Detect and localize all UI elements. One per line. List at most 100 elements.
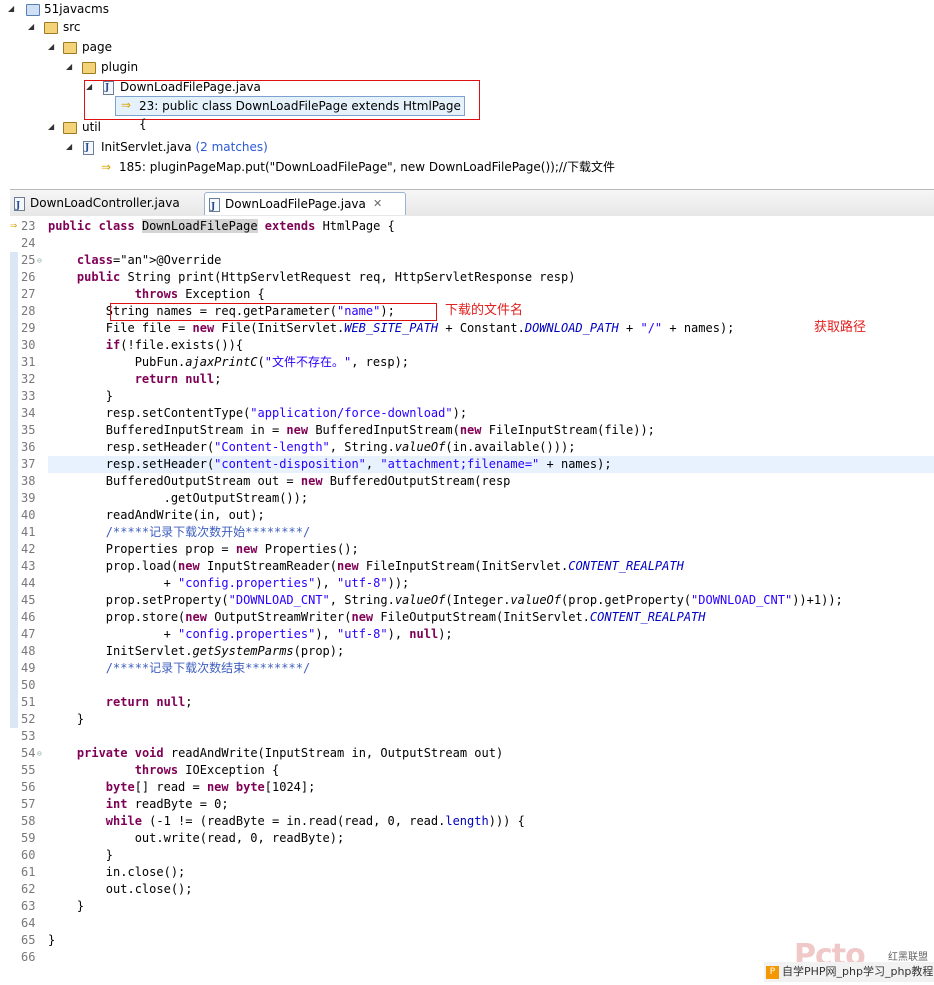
- code-line[interactable]: PubFun.ajaxPrintC("文件不存在。", resp);: [48, 354, 409, 371]
- code-line[interactable]: throws IOException {: [48, 762, 280, 779]
- change-marker: [10, 456, 18, 473]
- search-match-arrow-icon: ⇒: [10, 218, 18, 232]
- code-line[interactable]: BufferedInputStream in = new BufferedInp…: [48, 422, 655, 439]
- line-number: 62: [21, 882, 36, 896]
- change-marker: [10, 490, 18, 507]
- code-line[interactable]: while (-1 != (readByte = in.read(read, 0…: [48, 813, 525, 830]
- tree-row-page[interactable]: ◢ page: [0, 38, 200, 58]
- fold-icon[interactable]: ⊖: [37, 252, 42, 269]
- tree-label-file2: InitServlet.java: [101, 140, 192, 154]
- tab-label: DownLoadController.java: [30, 196, 180, 210]
- code-line[interactable]: }: [48, 711, 84, 728]
- tree-row-project[interactable]: ◢ 51javacms: [0, 0, 200, 20]
- watermark-brand: 红黑联盟: [888, 952, 928, 963]
- line-number: 39: [21, 491, 36, 505]
- code-line[interactable]: public class DownLoadFilePage extends Ht…: [48, 218, 395, 235]
- code-line[interactable]: prop.setProperty("DOWNLOAD_CNT", String.…: [48, 592, 843, 609]
- tab-downloadfilepage[interactable]: DownLoadFilePage.java ✕: [204, 192, 406, 218]
- code-line[interactable]: }: [48, 898, 84, 915]
- close-icon[interactable]: ✕: [373, 193, 382, 215]
- tree-label-page: page: [82, 40, 112, 54]
- code-line[interactable]: InitServlet.getSystemParms(prop);: [48, 643, 344, 660]
- change-marker: [10, 354, 18, 371]
- change-marker: [10, 303, 18, 320]
- code-line[interactable]: return null;: [48, 371, 222, 388]
- expand-triangle-icon[interactable]: ◢: [28, 18, 34, 36]
- site-logo-icon: P: [766, 965, 779, 979]
- change-marker: [10, 252, 18, 269]
- line-number: 50: [21, 678, 36, 692]
- line-number: 33: [21, 389, 36, 403]
- java-file-icon: [83, 139, 94, 157]
- code-line[interactable]: BufferedOutputStream out = new BufferedO…: [48, 473, 511, 490]
- tree-row-src[interactable]: ◢ src: [0, 18, 200, 38]
- code-line[interactable]: int readByte = 0;: [48, 796, 229, 813]
- code-line[interactable]: byte[] read = new byte[1024];: [48, 779, 316, 796]
- tree-label-src: src: [63, 20, 81, 34]
- tree-row-util[interactable]: ◢ util: [0, 118, 200, 138]
- line-number: 46: [21, 610, 36, 624]
- line-number: 40: [21, 508, 36, 522]
- expand-triangle-icon[interactable]: ◢: [48, 118, 54, 136]
- code-line[interactable]: }: [48, 847, 113, 864]
- source-folder-icon: [44, 22, 58, 34]
- code-line[interactable]: out.close();: [48, 881, 193, 898]
- line-number: 34: [21, 406, 36, 420]
- code-line[interactable]: + "config.properties"), "utf-8"), null);: [48, 626, 453, 643]
- code-line[interactable]: .getOutputStream());: [48, 490, 309, 507]
- expand-triangle-icon[interactable]: ◢: [86, 78, 92, 96]
- code-line[interactable]: readAndWrite(in, out);: [48, 507, 265, 524]
- code-line[interactable]: throws Exception {: [48, 286, 265, 303]
- tree-row-plugin[interactable]: ◢ plugin: [0, 58, 200, 78]
- code-line[interactable]: prop.store(new OutputStreamWriter(new Fi…: [48, 609, 706, 626]
- tree-row-match2[interactable]: ⇒ 185: pluginPageMap.put("DownLoadFilePa…: [0, 158, 700, 178]
- code-line[interactable]: + "config.properties"), "utf-8"));: [48, 575, 410, 592]
- watermark: Pcto 红黑联盟 P 自学PHP网_php学习_php教程: [764, 938, 934, 985]
- tree-row-file1[interactable]: ◢ DownLoadFilePage.java: [0, 78, 400, 98]
- code-line[interactable]: File file = new File(InitServlet.WEB_SIT…: [48, 320, 735, 337]
- code-line[interactable]: }: [48, 932, 55, 949]
- code-line[interactable]: public String print(HttpServletRequest r…: [48, 269, 576, 286]
- tree-row-match1-selected[interactable]: ⇒ 23: public class DownLoadFilePage exte…: [115, 96, 465, 131]
- expand-triangle-icon[interactable]: ◢: [48, 38, 54, 56]
- code-line[interactable]: resp.setHeader("Content-length", String.…: [48, 439, 576, 456]
- change-marker: [10, 524, 18, 541]
- highlight-box-getparameter: [110, 303, 437, 321]
- change-marker: [10, 269, 18, 286]
- code-line[interactable]: resp.setHeader("content-disposition", "a…: [48, 456, 612, 473]
- line-number: 24: [21, 236, 36, 250]
- code-line[interactable]: return null;: [48, 694, 193, 711]
- fold-icon[interactable]: ⊖: [37, 745, 42, 762]
- tree-label-project: 51javacms: [44, 2, 109, 16]
- line-number: 43: [21, 559, 36, 573]
- code-line[interactable]: }: [48, 388, 113, 405]
- code-line[interactable]: in.close();: [48, 864, 185, 881]
- code-line[interactable]: class="an">@Override: [48, 252, 222, 269]
- expand-triangle-icon[interactable]: ◢: [8, 0, 14, 18]
- change-marker: [10, 371, 18, 388]
- line-number: 44: [21, 576, 36, 590]
- line-number: 51: [21, 695, 36, 709]
- code-line[interactable]: prop.load(new InputStreamReader(new File…: [48, 558, 684, 575]
- code-line[interactable]: out.write(read, 0, readByte);: [48, 830, 345, 847]
- change-marker: [10, 575, 18, 592]
- code-line[interactable]: if(!file.exists()){: [48, 337, 243, 354]
- line-number: 28: [21, 304, 36, 318]
- code-line[interactable]: Properties prop = new Properties();: [48, 541, 359, 558]
- change-marker: [10, 286, 18, 303]
- line-number: 57: [21, 797, 36, 811]
- expand-triangle-icon[interactable]: ◢: [66, 138, 72, 156]
- code-line[interactable]: /*****记录下载次数结束********/: [48, 660, 310, 677]
- change-marker: [10, 660, 18, 677]
- code-line[interactable]: resp.setContentType("application/force-d…: [48, 405, 467, 422]
- code-line[interactable]: /*****记录下载次数开始********/: [48, 524, 310, 541]
- expand-triangle-icon[interactable]: ◢: [66, 58, 72, 76]
- line-number: 30: [21, 338, 36, 352]
- code-editor[interactable]: 23 public class DownLoadFilePage extends …: [10, 216, 934, 985]
- search-results-tree: ◢ 51javacms ◢ src ◢ page ◢ plugin ◢ Down…: [0, 0, 934, 185]
- code-line[interactable]: private void readAndWrite(InputStream in…: [48, 745, 503, 762]
- change-marker: [10, 541, 18, 558]
- tab-downloadcontroller[interactable]: DownLoadController.java: [10, 192, 195, 217]
- line-number: 32: [21, 372, 36, 386]
- tree-row-file2[interactable]: ◢ InitServlet.java (2 matches): [0, 138, 400, 158]
